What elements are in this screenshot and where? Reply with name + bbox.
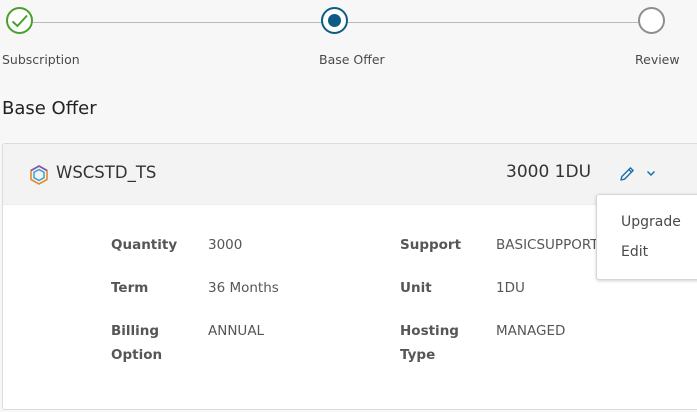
step-connector (348, 22, 638, 23)
current-step-dot (328, 14, 341, 27)
step-base-offer-indicator[interactable] (321, 7, 348, 34)
quantity-value: 3000 (208, 237, 243, 253)
section-title: Base Offer (2, 98, 97, 119)
hosting-type-label: Hosting Type (400, 319, 459, 367)
step-connector (33, 22, 321, 23)
chevron-down-icon[interactable] (645, 167, 657, 179)
step-review-indicator[interactable] (638, 7, 665, 34)
menu-item-edit[interactable]: Edit (621, 244, 648, 260)
billing-label-line1: Billing (111, 323, 160, 339)
step-label-review[interactable]: Review (635, 52, 680, 67)
hosting-label-line1: Hosting (400, 323, 459, 339)
product-summary: 3000 1DU (506, 162, 592, 182)
term-label: Term (111, 280, 149, 296)
quantity-label: Quantity (111, 237, 178, 253)
check-icon (11, 14, 28, 28)
term-value: 36 Months (208, 280, 279, 296)
hosting-type-value: MANAGED (496, 323, 566, 339)
support-label: Support (400, 237, 462, 253)
step-subscription-indicator[interactable] (6, 7, 33, 34)
billing-option-value: ANNUAL (208, 323, 265, 339)
hosting-label-line2: Type (400, 347, 436, 363)
step-label-base-offer[interactable]: Base Offer (319, 52, 385, 67)
product-name: WSCSTD_TS (56, 163, 157, 182)
card-header: WSCSTD_TS 3000 1DU (3, 144, 697, 205)
menu-item-upgrade[interactable]: Upgrade (621, 214, 681, 230)
hexagon-logo-icon (30, 165, 48, 185)
page: Subscription Base Offer Review Base Offe… (0, 0, 697, 412)
support-value: BASICSUPPORT (496, 237, 599, 253)
billing-label-line2: Option (111, 347, 163, 363)
offer-actions-menu: Upgrade Edit (596, 194, 697, 280)
base-offer-card: WSCSTD_TS 3000 1DU Quantity 3000 Term 36… (2, 143, 697, 410)
pencil-icon[interactable] (618, 165, 636, 183)
billing-option-label: Billing Option (111, 319, 162, 367)
step-label-subscription[interactable]: Subscription (2, 52, 80, 67)
unit-label: Unit (400, 280, 432, 296)
unit-value: 1DU (496, 280, 525, 296)
